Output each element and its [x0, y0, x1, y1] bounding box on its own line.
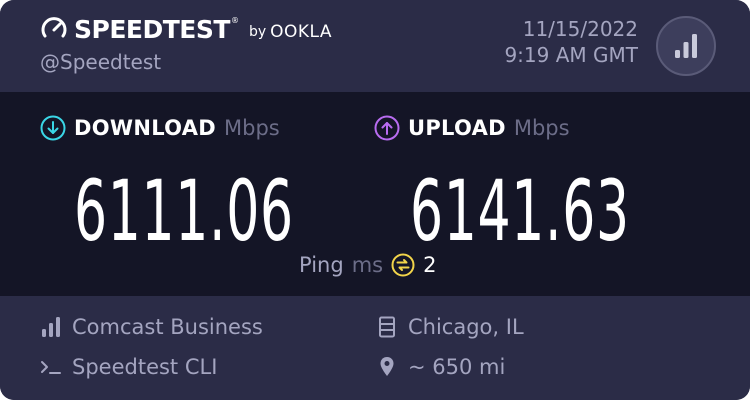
upload-arrow-icon	[374, 115, 400, 141]
results-panel: DOWNLOAD Mbps 6111.06 UPLOAD Mbps 6141.6…	[0, 92, 750, 296]
server-icon	[376, 316, 398, 338]
terminal-icon	[40, 356, 62, 378]
gauge-icon	[41, 17, 67, 38]
ping-metric: Ping ms 2	[299, 250, 436, 280]
test-date: 11/15/2022	[522, 17, 638, 41]
download-unit: Mbps	[224, 116, 280, 140]
ping-label: Ping	[299, 253, 344, 277]
speedtest-result-card: SPEEDTEST ® by OOKLA @Speedtest 11/15/20…	[0, 0, 750, 400]
bar-chart-icon	[675, 34, 697, 58]
server-info[interactable]: Chicago, IL	[376, 312, 524, 342]
upload-value: 6141.63	[410, 162, 630, 260]
connection-info: Comcast Business Speedtest CLI Chicago, …	[0, 296, 750, 400]
test-time: 9:19 AM GMT	[504, 43, 638, 67]
isp-label: Comcast Business	[72, 315, 263, 339]
upload-label: UPLOAD	[408, 116, 506, 140]
location-pin-icon	[376, 356, 398, 378]
user-handle[interactable]: @Speedtest	[40, 50, 161, 74]
download-value: 6111.06	[74, 162, 294, 260]
speedtest-logo: SPEEDTEST ® by OOKLA	[40, 13, 332, 45]
upload-unit: Mbps	[513, 116, 570, 140]
distance-info: ~ 650 mi	[376, 352, 505, 382]
download-metric: DOWNLOAD Mbps 6111.06	[40, 114, 293, 260]
brand-by: by	[248, 24, 267, 40]
results-button[interactable]	[656, 16, 716, 76]
server-label: Chicago, IL	[408, 315, 524, 339]
download-arrow-icon	[40, 115, 66, 141]
download-label: DOWNLOAD	[74, 116, 217, 140]
signal-bars-icon	[40, 316, 62, 338]
distance-label: ~ 650 mi	[408, 355, 506, 379]
client-info: Speedtest CLI	[40, 352, 217, 382]
upload-metric: UPLOAD Mbps 6141.63	[374, 114, 629, 260]
ping-icon	[391, 253, 415, 277]
brand-trademark: ®	[230, 15, 239, 25]
ping-unit: ms	[351, 253, 384, 277]
isp-info[interactable]: Comcast Business	[40, 312, 263, 342]
test-timestamp: 11/15/2022 9:19 AM GMT	[504, 16, 638, 68]
brand-company: OOKLA	[270, 22, 333, 42]
client-label: Speedtest CLI	[72, 355, 218, 379]
header: SPEEDTEST ® by OOKLA @Speedtest 11/15/20…	[0, 0, 750, 92]
ping-value: 2	[423, 253, 437, 277]
brand-name: SPEEDTEST	[74, 14, 230, 44]
